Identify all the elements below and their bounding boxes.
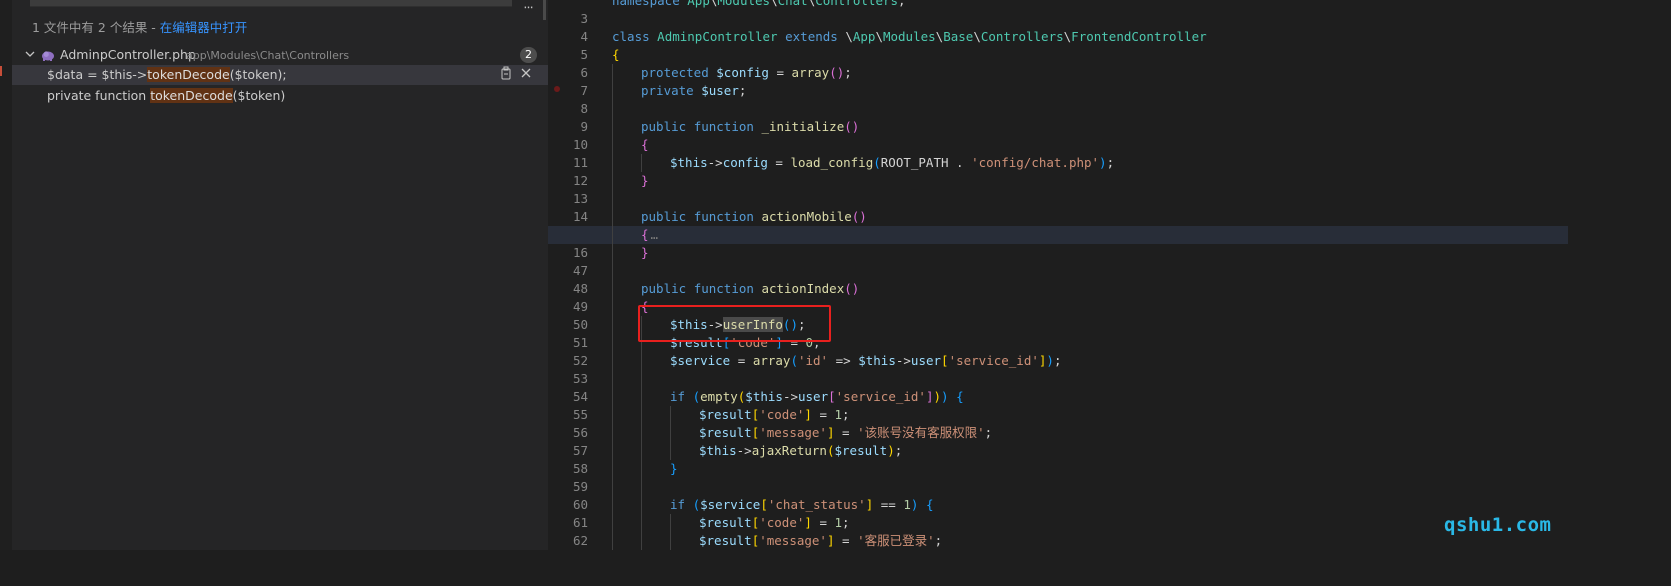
code-line[interactable]: 15 public function actionMobile() — [548, 208, 1568, 242]
line-code: } — [670, 461, 678, 476]
line-code: if ($service['chat_status'] == 1) { — [670, 497, 934, 512]
code-line[interactable]: 54 — [548, 370, 1568, 404]
results-summary: 1 文件中有 2 个结果 - 在编辑器中打开 — [32, 19, 247, 37]
code-line[interactable]: 5 class AdminpController extends \App\Mo… — [548, 28, 1568, 62]
php-elephant-icon — [41, 48, 55, 62]
code-line[interactable]: 7 protected $config = array(); — [548, 64, 1568, 98]
results-summary-text: 1 文件中有 2 个结果 - — [32, 20, 160, 35]
line-code: { — [612, 47, 620, 62]
panel-scrollbar[interactable] — [543, 0, 546, 20]
line-code: public function actionIndex() — [641, 281, 860, 296]
code-line[interactable]: 14 — [548, 190, 1568, 224]
result-text: $data = $this->tokenDecode($token); — [47, 65, 287, 85]
result-prefix: private function — [47, 88, 151, 103]
result-prefix: $data = $this-> — [47, 67, 148, 82]
chevron-down-icon[interactable] — [24, 46, 36, 62]
line-code: } — [641, 245, 649, 260]
code-editor[interactable]: 3 namespace App\Modules\Chat\Controllers… — [548, 0, 1568, 550]
watermark: qshu1.com — [1444, 514, 1552, 536]
line-code: $result['message'] = '该账号没有客服权限'; — [699, 425, 993, 440]
code-line[interactable]: 57 $result['message'] = '该账号没有客服权限'; — [548, 424, 1568, 458]
code-line[interactable]: 11 { — [548, 136, 1568, 170]
code-line[interactable]: 53 $service = array('id' => $this->user[… — [548, 352, 1568, 386]
code-line[interactable]: 56 $result['code'] = 1; — [548, 406, 1568, 440]
line-code: $result['code'] = 1; — [699, 407, 850, 422]
code-line[interactable]: 13 } — [548, 172, 1568, 206]
line-code: public function actionMobile() — [641, 209, 867, 224]
line-code: $this->config = load_config(ROOT_PATH . … — [670, 155, 1115, 170]
line-code: { — [641, 137, 649, 152]
line-code: protected $config = array(); — [641, 65, 852, 80]
code-line[interactable]: 59 } — [548, 460, 1568, 494]
search-result-line[interactable]: $data = $this->tokenDecode($token); — [12, 65, 548, 85]
line-code: $service = array('id' => $this->user['se… — [670, 353, 1062, 368]
ellipsis-icon[interactable]: ⋅⋅⋅ — [520, 2, 536, 16]
result-file-row[interactable]: AdminpController.php app\Modules\Chat\Co… — [12, 45, 548, 65]
line-code: $result['code'] = 1; — [699, 515, 850, 530]
search-result-line[interactable]: private function tokenDecode($token) — [12, 86, 548, 106]
search-panel: ⋅⋅⋅ 1 文件中有 2 个结果 - 在编辑器中打开 AdminpControl… — [0, 0, 548, 550]
line-code: {… — [641, 227, 659, 242]
result-file-name: AdminpController.php — [60, 47, 196, 62]
result-count-badge: 2 — [520, 47, 537, 63]
annotation-highlight-box — [638, 305, 831, 342]
result-suffix: ($token); — [229, 67, 287, 82]
result-suffix: ($token) — [232, 88, 286, 103]
code-line[interactable]: 12 $this->config = load_config(ROOT_PATH… — [548, 154, 1568, 188]
result-match: tokenDecode — [147, 67, 230, 82]
code-line[interactable]: 63 $result['message'] = '客服已登录'; — [548, 532, 1568, 550]
open-in-editor-link[interactable]: 在编辑器中打开 — [160, 20, 248, 35]
line-code: $result['message'] = '客服已登录'; — [699, 533, 943, 548]
code-line[interactable]: 62 $result['code'] = 1; — [548, 514, 1568, 548]
replace-icon[interactable] — [498, 66, 514, 84]
result-file-path: app\Modules\Chat\Controllers — [186, 49, 350, 62]
result-match: tokenDecode — [150, 88, 233, 103]
code-line[interactable]: 8 private $user; — [548, 82, 1568, 116]
line-code: public function _initialize() — [641, 119, 860, 134]
result-text: private function tokenDecode($token) — [47, 86, 285, 106]
code-line-folded[interactable]: 16 {… — [548, 226, 1568, 260]
search-input-edge[interactable] — [30, 0, 512, 7]
code-line[interactable]: 3 namespace App\Modules\Chat\Controllers… — [548, 0, 1568, 26]
code-line[interactable]: 61 if ($service['chat_status'] == 1) { — [548, 496, 1568, 530]
dismiss-icon[interactable] — [518, 66, 534, 84]
line-code: namespace App\Modules\Chat\Controllers; — [612, 0, 906, 8]
code-line[interactable]: 47 } — [548, 244, 1568, 278]
code-line[interactable]: 49 public function actionIndex() — [548, 280, 1568, 314]
code-line[interactable]: 58 $this->ajaxReturn($result); — [548, 442, 1568, 476]
code-line[interactable]: 10 public function _initialize() — [548, 118, 1568, 152]
result-actions — [498, 66, 538, 84]
line-code: if (empty($this->user['service_id'])) { — [670, 389, 964, 404]
code-line[interactable]: 55 if (empty($this->user['service_id']))… — [548, 388, 1568, 422]
activity-bar-edge — [0, 0, 12, 550]
fold-ellipsis[interactable]: … — [651, 227, 659, 242]
code-line[interactable]: 4 — [548, 10, 1568, 44]
error-marker — [0, 66, 2, 76]
line-code: $this->ajaxReturn($result); — [699, 443, 903, 458]
code-line[interactable]: 48 — [548, 262, 1568, 296]
line-code: } — [641, 173, 649, 188]
line-code: private $user; — [641, 83, 747, 98]
code-line[interactable]: 6 { — [548, 46, 1568, 80]
code-line[interactable]: 60 — [548, 478, 1568, 512]
line-code: class AdminpController extends \App\Modu… — [612, 29, 1207, 44]
code-line[interactable]: 9 — [548, 100, 1568, 134]
